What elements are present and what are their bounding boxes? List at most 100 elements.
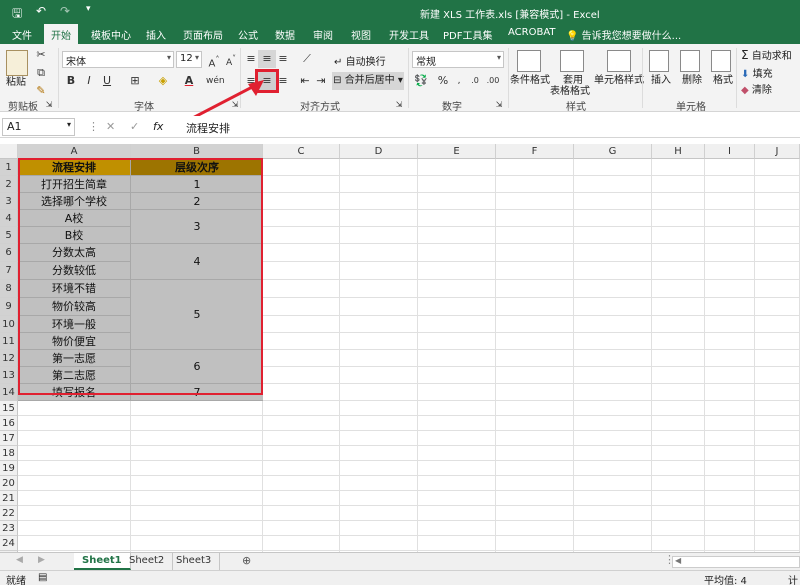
- table-cell[interactable]: [574, 210, 652, 227]
- table-cell[interactable]: [418, 536, 496, 551]
- table-cell[interactable]: [755, 193, 800, 210]
- table-cell[interactable]: [652, 401, 705, 416]
- table-cell[interactable]: [131, 476, 263, 491]
- table-format-label-1[interactable]: 套用: [563, 75, 583, 86]
- fill-button[interactable]: ⬇ 填充: [741, 65, 773, 80]
- table-format-label-2[interactable]: 表格格式: [550, 86, 590, 97]
- table-cell[interactable]: [263, 401, 340, 416]
- orientation-icon[interactable]: ⟋: [298, 50, 316, 68]
- table-cell[interactable]: [574, 521, 652, 536]
- table-format-icon[interactable]: [560, 50, 584, 72]
- table-cell[interactable]: [652, 476, 705, 491]
- table-cell[interactable]: [652, 350, 705, 367]
- tab-data[interactable]: 数据: [275, 27, 295, 42]
- clear-button[interactable]: ◆ 清除: [741, 81, 772, 96]
- table-cell[interactable]: [340, 159, 418, 176]
- table-cell[interactable]: [755, 280, 800, 298]
- table-cell[interactable]: [652, 384, 705, 401]
- table-cell[interactable]: [18, 461, 131, 476]
- alignment-launcher-icon[interactable]: ⇲: [390, 96, 408, 114]
- row-header[interactable]: 12: [0, 350, 18, 367]
- table-cell[interactable]: [263, 384, 340, 401]
- table-cell[interactable]: [652, 416, 705, 431]
- row-header[interactable]: 19: [0, 461, 18, 476]
- table-cell[interactable]: [496, 210, 574, 227]
- row-header[interactable]: 9: [0, 298, 18, 316]
- font-name-combo[interactable]: 宋体 ▾: [62, 51, 174, 68]
- conditional-format-button[interactable]: 条件格式: [510, 75, 550, 86]
- column-header[interactable]: G: [574, 144, 652, 159]
- table-cell[interactable]: [705, 350, 755, 367]
- table-cell[interactable]: [755, 244, 800, 262]
- table-cell[interactable]: [340, 476, 418, 491]
- table-cell[interactable]: [755, 333, 800, 350]
- table-cell[interactable]: [18, 446, 131, 461]
- row-header[interactable]: 16: [0, 416, 18, 431]
- table-cell[interactable]: [131, 431, 263, 446]
- table-cell[interactable]: [705, 316, 755, 333]
- table-cell[interactable]: [574, 193, 652, 210]
- table-cell[interactable]: [263, 227, 340, 244]
- table-cell[interactable]: [705, 491, 755, 506]
- column-header[interactable]: J: [755, 144, 800, 159]
- italic-button[interactable]: I: [80, 72, 98, 90]
- table-cell[interactable]: [652, 244, 705, 262]
- table-cell[interactable]: [418, 210, 496, 227]
- table-cell[interactable]: [652, 262, 705, 280]
- table-cell[interactable]: [652, 176, 705, 193]
- table-cell[interactable]: [496, 491, 574, 506]
- table-cell[interactable]: [705, 521, 755, 536]
- increase-decimal-icon[interactable]: .0: [466, 72, 484, 90]
- table-cell[interactable]: [418, 446, 496, 461]
- table-cell[interactable]: [705, 176, 755, 193]
- clipboard-launcher-icon[interactable]: ⇲: [40, 96, 58, 114]
- table-cell[interactable]: [263, 244, 340, 262]
- table-cell[interactable]: [574, 350, 652, 367]
- table-cell[interactable]: [652, 461, 705, 476]
- table-cell[interactable]: [652, 159, 705, 176]
- delete-button[interactable]: 删除: [682, 75, 702, 86]
- table-cell[interactable]: [340, 350, 418, 367]
- table-cell[interactable]: [418, 350, 496, 367]
- table-cell[interactable]: [574, 491, 652, 506]
- table-cell[interactable]: [340, 316, 418, 333]
- formula-input[interactable]: 流程安排: [186, 120, 230, 136]
- table-cell[interactable]: [18, 521, 131, 536]
- row-header[interactable]: 1: [0, 159, 18, 176]
- table-cell[interactable]: [755, 210, 800, 227]
- row-header[interactable]: 14: [0, 384, 18, 401]
- table-cell[interactable]: [340, 367, 418, 384]
- table-cell[interactable]: [496, 333, 574, 350]
- table-cell[interactable]: [340, 384, 418, 401]
- table-cell[interactable]: [652, 210, 705, 227]
- cut-icon[interactable]: ✂: [32, 46, 50, 64]
- table-cell[interactable]: [652, 280, 705, 298]
- table-cell[interactable]: [418, 367, 496, 384]
- table-cell[interactable]: [705, 401, 755, 416]
- table-cell[interactable]: [496, 416, 574, 431]
- table-cell[interactable]: [574, 446, 652, 461]
- table-cell[interactable]: [496, 506, 574, 521]
- table-cell[interactable]: [574, 176, 652, 193]
- table-cell[interactable]: [418, 316, 496, 333]
- increase-indent-icon[interactable]: ⇥: [312, 72, 330, 90]
- table-cell[interactable]: [263, 506, 340, 521]
- table-cell[interactable]: [340, 210, 418, 227]
- table-cell[interactable]: [131, 491, 263, 506]
- table-cell[interactable]: [263, 262, 340, 280]
- table-cell[interactable]: [418, 521, 496, 536]
- font-size-combo[interactable]: 12 ▾: [176, 51, 202, 68]
- table-cell[interactable]: [418, 176, 496, 193]
- cancel-icon[interactable]: ✕: [106, 120, 115, 133]
- table-cell[interactable]: [652, 491, 705, 506]
- horizontal-scrollbar[interactable]: ◀: [672, 556, 800, 568]
- merge-center-button[interactable]: ⊟ 合并后居中 ▾: [332, 72, 404, 90]
- table-cell[interactable]: [705, 476, 755, 491]
- table-cell[interactable]: [755, 536, 800, 551]
- table-cell[interactable]: [496, 521, 574, 536]
- table-cell[interactable]: [418, 384, 496, 401]
- row-header[interactable]: 8: [0, 280, 18, 298]
- select-all-corner[interactable]: [0, 144, 18, 159]
- table-cell[interactable]: [340, 416, 418, 431]
- table-cell[interactable]: [263, 476, 340, 491]
